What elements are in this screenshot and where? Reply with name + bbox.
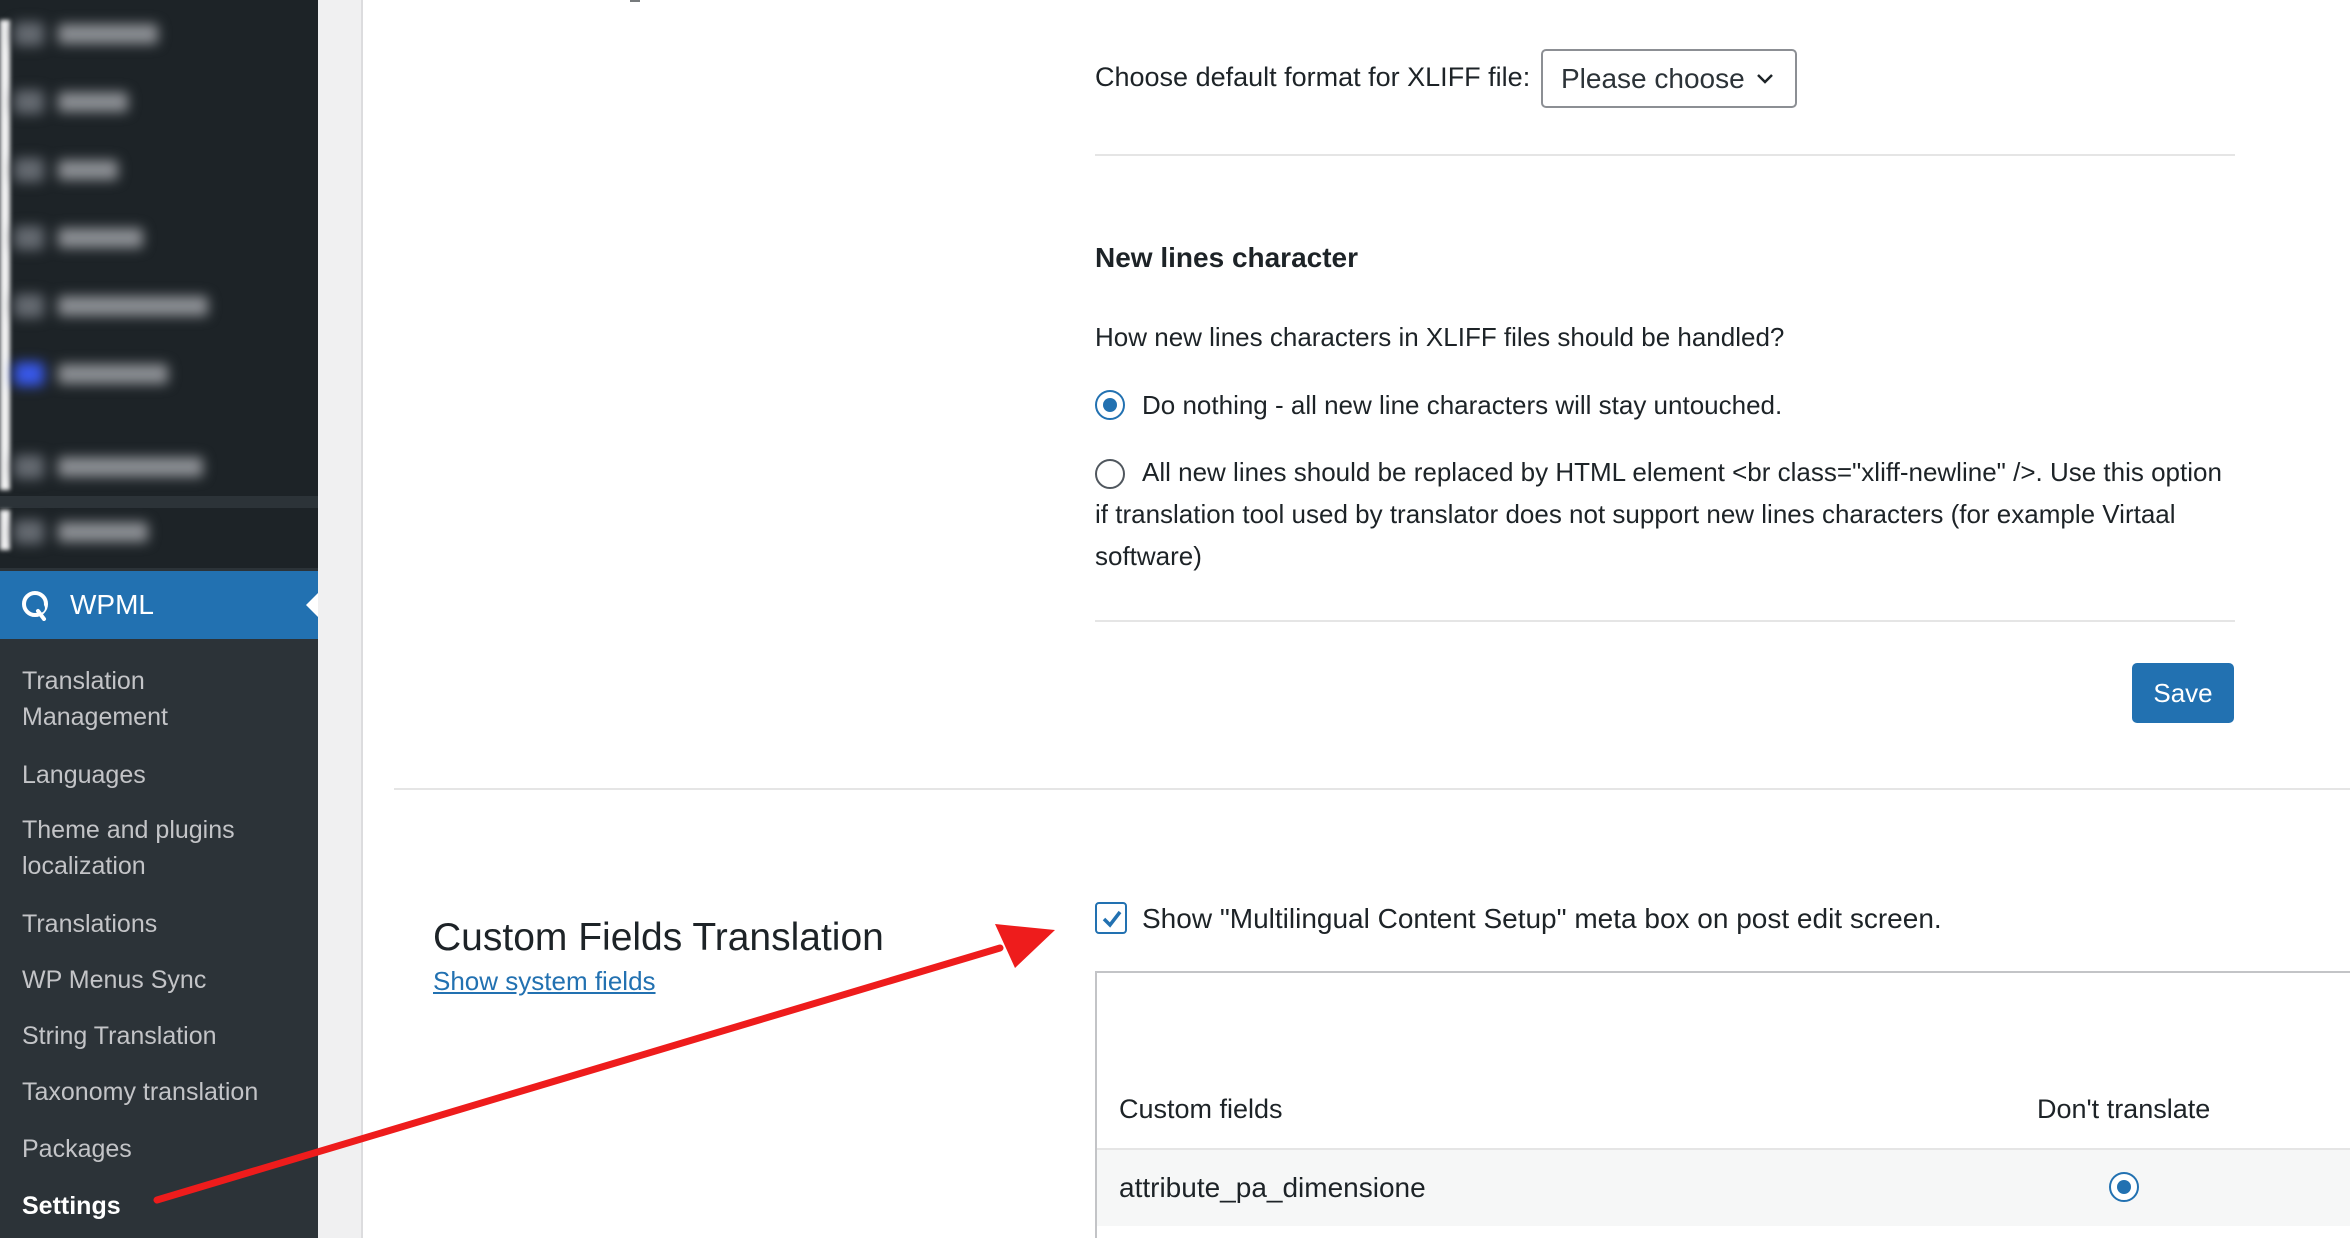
column-header-custom-fields: Custom fields <box>1119 1094 1283 1124</box>
sidebar-item-wp-menus-sync[interactable]: WP Menus Sync <box>22 962 302 998</box>
section-title-custom-fields: Custom Fields Translation <box>433 916 884 959</box>
section-title-new-lines: New lines character <box>1095 242 1359 273</box>
radio-dont-translate[interactable] <box>2109 1172 2139 1202</box>
column-header-dont-translate: Don't translate <box>2037 1094 2211 1124</box>
sidebar-item-label: WPML <box>70 589 154 620</box>
active-menu-notch <box>306 593 318 617</box>
admin-sidebar: WPML Translation Management Languages Th… <box>0 0 318 1238</box>
meta-box-checkbox[interactable] <box>1095 902 1127 934</box>
sidebar-item-taxonomy-translation[interactable]: Taxonomy translation <box>22 1074 302 1110</box>
sidebar-item-theme-plugins-localization[interactable]: Theme and plugins localization <box>22 812 302 884</box>
section-divider <box>394 788 2350 790</box>
blurred-menu-area <box>0 0 318 568</box>
save-button[interactable]: Save <box>2132 663 2234 723</box>
sidebar-item-languages[interactable]: Languages <box>22 757 302 793</box>
custom-fields-table: Custom fields Don't translate attribute_… <box>1095 971 2350 1238</box>
sidebar-item-wpml[interactable]: WPML <box>0 571 318 639</box>
radio-label-do-nothing: Do nothing - all new line characters wil… <box>1142 390 1783 420</box>
sidebar-item-packages[interactable]: Packages <box>22 1131 302 1167</box>
divider <box>1095 154 2235 156</box>
radio-label-replace-with-br: All new lines should be replaced by HTML… <box>1095 457 2222 571</box>
table-row: attribute_pa_dimensione <box>1097 1148 2350 1226</box>
sidebar-item-string-translation[interactable]: String Translation <box>22 1018 302 1054</box>
chevron-down-icon <box>1757 74 1773 84</box>
xliff-format-label: Choose default format for XLIFF file: <box>1095 62 1531 92</box>
wpml-submenu: Translation Management Languages Theme a… <box>0 639 318 1238</box>
new-lines-question: How new lines characters in XLIFF files … <box>1095 322 1785 352</box>
sidebar-item-translations[interactable]: Translations <box>22 906 302 942</box>
xliff-format-select[interactable]: Please choose <box>1541 49 1797 108</box>
cut-off-section-heading <box>630 0 640 2</box>
wpml-icon <box>22 591 48 621</box>
select-value: Please choose <box>1561 62 1745 94</box>
show-system-fields-link[interactable]: Show system fields <box>433 966 656 997</box>
custom-field-name: attribute_pa_dimensione <box>1119 1172 1426 1203</box>
content-gutter <box>318 0 363 1238</box>
sidebar-item-translation-management[interactable]: Translation Management <box>22 663 302 735</box>
cut-off-heading <box>1095 0 1275 6</box>
sidebar-item-settings[interactable]: Settings <box>22 1188 302 1224</box>
divider <box>1095 620 2235 622</box>
radio-do-nothing[interactable] <box>1095 390 1125 420</box>
meta-box-label: Show "Multilingual Content Setup" meta b… <box>1142 903 1942 934</box>
checkmark-icon <box>1102 910 1122 928</box>
